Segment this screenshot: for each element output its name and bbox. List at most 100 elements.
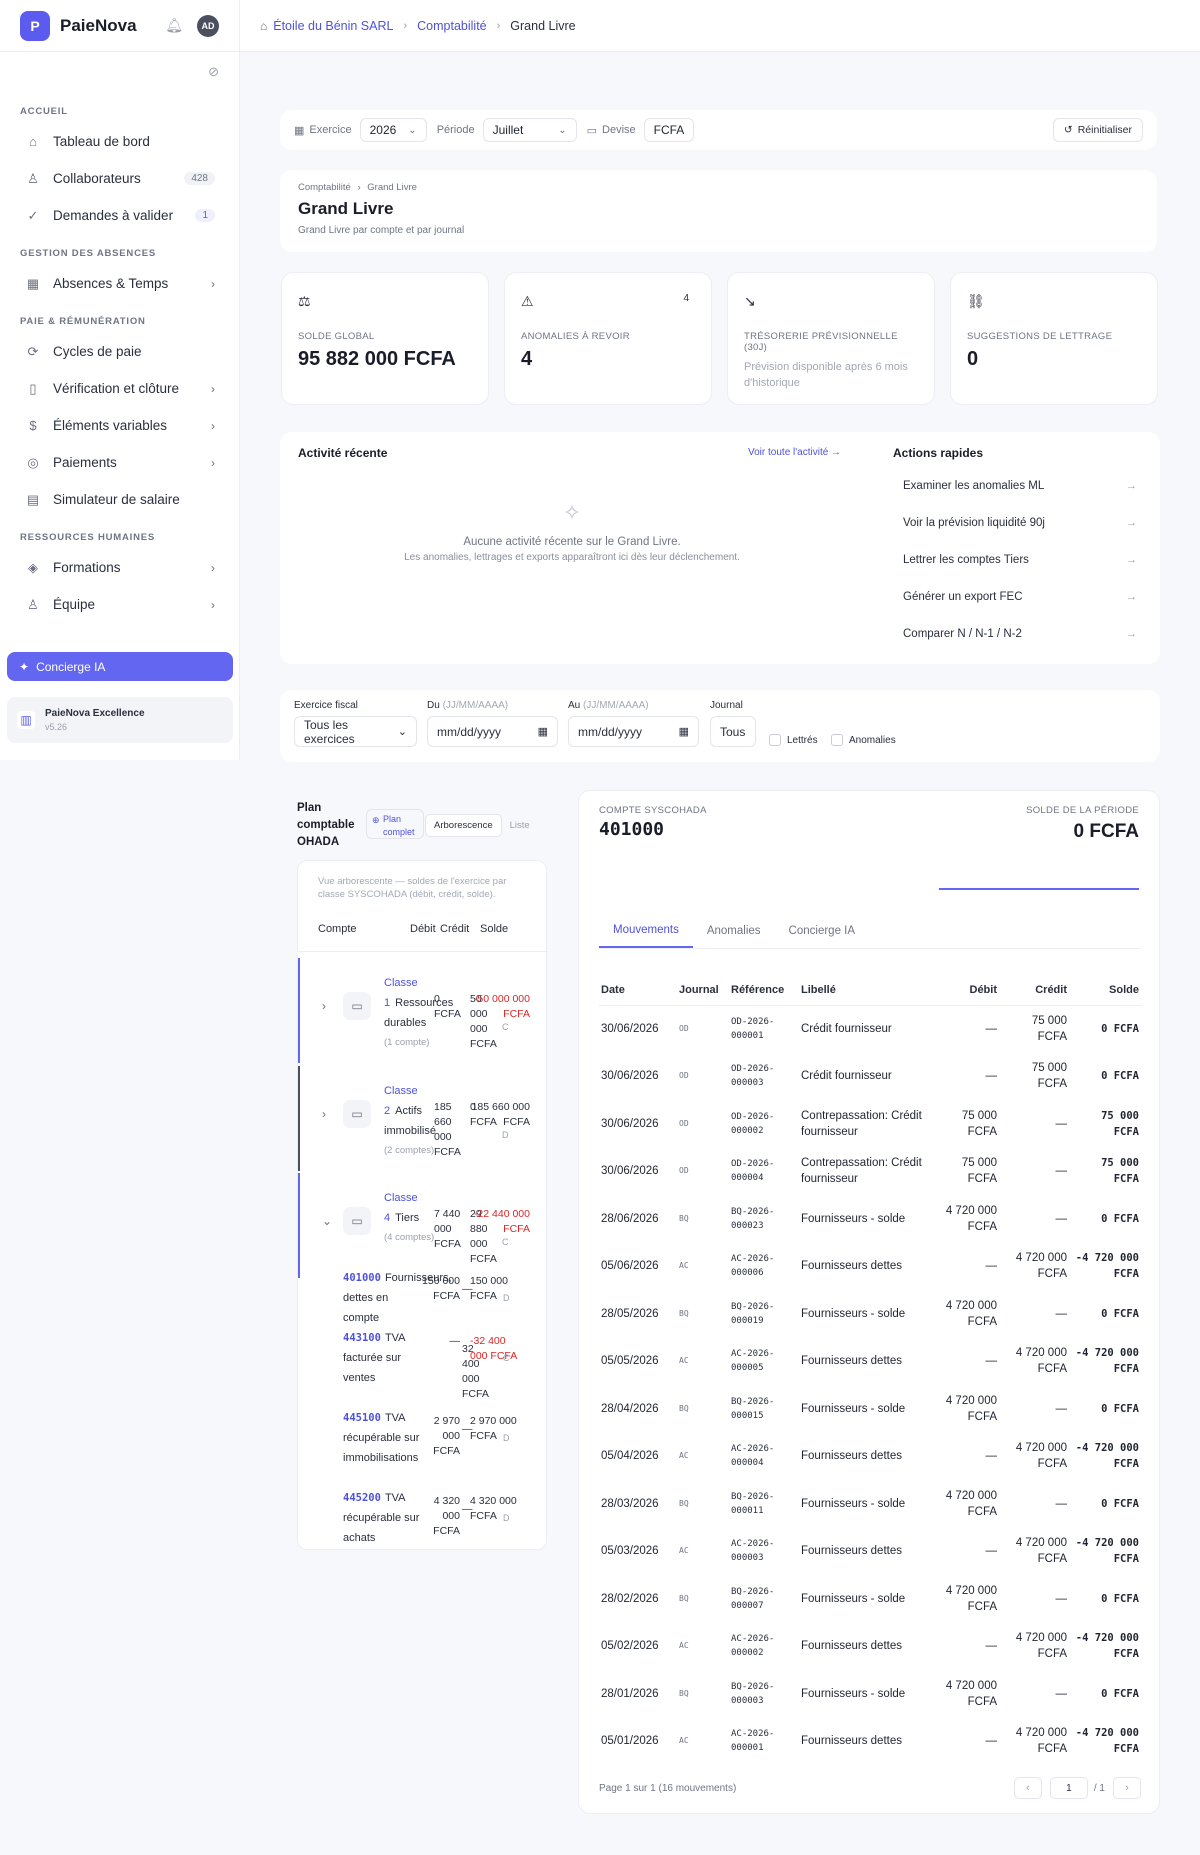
view-list-button[interactable]: Liste — [502, 815, 538, 836]
next-page-button[interactable]: › — [1113, 1777, 1141, 1799]
arrow-right-icon: → — [1125, 479, 1138, 492]
activity-view-all-link[interactable]: Voir toute l'activité → — [748, 447, 841, 458]
fiscal-year-select[interactable]: Tous les exercices ⌄ — [294, 716, 417, 747]
row-journal: AC — [679, 1641, 689, 1651]
class-indicator — [298, 958, 300, 1063]
table-row[interactable]: 30/06/2026 OD OD-2026-000003 Crédit fournis… — [599, 1053, 1141, 1101]
view-tree-button[interactable]: Arborescence — [425, 813, 502, 837]
table-row[interactable]: 30/06/2026 OD OD-2026-000001 Crédit fournis… — [599, 1005, 1141, 1053]
table-row[interactable]: 28/02/2026 BQ BQ-2026-000007 Fournisseurs -… — [599, 1575, 1141, 1623]
tab-concierge-ia[interactable]: Concierge IA — [775, 913, 869, 948]
tree-class-row[interactable]: › ▭ Classe 2 Actifs immobilisé (2 comptes) 185… — [298, 1066, 548, 1171]
tab-mouvements[interactable]: Mouvements — [599, 913, 693, 948]
sidebar-item-equipe[interactable]: ♙ Équipe › — [0, 586, 239, 623]
table-row[interactable]: 05/04/2026 AC AC-2026-000004 Fournisseurs d… — [599, 1433, 1141, 1481]
journal-select[interactable]: Tous — [710, 716, 756, 747]
anomalies-checkbox[interactable]: Anomalies — [831, 734, 896, 746]
table-row[interactable]: 28/06/2026 BQ BQ-2026-000023 Fournisseurs -… — [599, 1195, 1141, 1243]
calendar-icon[interactable]: ▦ — [679, 725, 689, 738]
date-from-label: Du (JJ/MM/AAAA) — [427, 700, 558, 711]
checkbox-box[interactable] — [769, 734, 781, 746]
row-libelle: Fournisseurs - solde — [801, 1592, 906, 1605]
sidebar-item-elements-variables[interactable]: $ Éléments variables › — [0, 407, 239, 444]
sidebar-item-label: Éléments variables — [53, 418, 168, 433]
chart-of-accounts-panel: Plan comptable OHADA ⊕ Plan complet Arbor… — [280, 780, 560, 1814]
reset-button[interactable]: ↺ Réinitialiser — [1052, 118, 1143, 142]
table-row[interactable]: 05/01/2026 AC AC-2026-000001 Fournisseurs d… — [599, 1718, 1141, 1766]
account-solde: 4 320 000 FCFA — [470, 1495, 517, 1522]
bell-icon[interactable]: 🔔︎ — [165, 17, 183, 34]
breadcrumb-company[interactable]: Étoile du Bénin SARL — [273, 19, 393, 33]
table-row[interactable]: 05/06/2026 AC AC-2026-000006 Fournisseurs d… — [599, 1243, 1141, 1291]
inner-crumb-comptabilite[interactable]: Comptabilité — [298, 182, 351, 193]
page-input[interactable]: 1 — [1049, 1777, 1088, 1799]
table-row[interactable]: 28/03/2026 BQ BQ-2026-000011 Fournisseurs -… — [599, 1480, 1141, 1528]
row-libelle: Fournisseurs - solde — [801, 1497, 906, 1510]
date-hint: (JJ/MM/AAAA) — [442, 700, 509, 711]
sidebar-item-paiements[interactable]: ◎ Paiements › — [0, 444, 239, 481]
sidebar-item-cycles-de-paie[interactable]: ⟳ Cycles de paie — [0, 333, 239, 370]
exercice-select[interactable]: 2026 ⌄ — [359, 118, 427, 142]
table-row[interactable]: 05/03/2026 AC AC-2026-000003 Fournisseurs d… — [599, 1528, 1141, 1576]
chevron-right-icon[interactable]: › — [322, 999, 326, 1013]
sidebar-item-verification-et-cloture[interactable]: ▯ Vérification et clôture › — [0, 370, 239, 407]
tree-account-row[interactable]: 443100 TVA facturée sur ventes —32 400 000… — [298, 1328, 548, 1408]
quick-action-voir-la-prevision-liquidite-90j[interactable]: Voir la prévision liquidité 90j → — [893, 504, 1143, 541]
tree-hint: Vue arborescente — soldes de l'exercice … — [318, 876, 507, 900]
prev-page-button[interactable]: ‹ — [1013, 1777, 1042, 1799]
sidebar-item-simulateur-de-salaire[interactable]: ▤ Simulateur de salaire — [0, 481, 239, 518]
quick-action-lettrer-les-comptes-tiers[interactable]: Lettrer les comptes Tiers → — [893, 541, 1143, 578]
row-credit: — — [1055, 1212, 1068, 1225]
table-row[interactable]: 28/04/2026 BQ BQ-2026-000015 Fournisseurs -… — [599, 1385, 1141, 1433]
lettres-checkbox[interactable]: Lettrés — [769, 734, 818, 746]
table-row[interactable]: 30/06/2026 OD OD-2026-000004 Contrepassatio… — [599, 1148, 1141, 1196]
concierge-ia-button[interactable]: ✦ Concierge IA — [7, 652, 233, 681]
table-row[interactable]: 05/02/2026 AC AC-2026-000002 Fournisseurs d… — [599, 1623, 1141, 1671]
date-to-input[interactable]: mm/dd/yyyy ▦ — [568, 716, 699, 747]
table-row[interactable]: 28/01/2026 BQ BQ-2026-000003 Fournisseurs -… — [599, 1670, 1141, 1718]
row-date: 05/04/2026 — [601, 1450, 659, 1463]
quick-action-examiner-les-anomalies-ml[interactable]: Examiner les anomalies ML → — [893, 467, 1143, 504]
chevron-down-icon[interactable]: ⌄ — [322, 1214, 332, 1228]
unpin-icon[interactable]: ⊘ — [208, 64, 219, 80]
calendar-icon[interactable]: ▦ — [538, 725, 548, 738]
table-row[interactable]: 28/05/2026 BQ BQ-2026-000019 Fournisseurs -… — [599, 1290, 1141, 1338]
tab-anomalies[interactable]: Anomalies — [693, 913, 775, 948]
sidebar-item-demandes-a-valider[interactable]: ✓ Demandes à valider 1 — [0, 197, 239, 234]
sidebar-item-label: Paiements — [53, 455, 117, 470]
table-row[interactable]: 30/06/2026 OD OD-2026-000002 Contrepassatio… — [599, 1100, 1141, 1148]
date-from-input[interactable]: mm/dd/yyyy ▦ — [427, 716, 558, 747]
sidebar-item-formations[interactable]: ◈ Formations › — [0, 549, 239, 586]
paienova-logo-icon[interactable]: P — [20, 10, 50, 41]
avatar[interactable]: AD — [197, 14, 219, 37]
periode-value: Juillet — [492, 123, 524, 137]
quick-action-generer-un-export-fec[interactable]: Générer un export FEC → — [893, 578, 1143, 615]
chevron-right-icon: › — [496, 19, 501, 32]
checkbox-box[interactable] — [831, 734, 843, 746]
breadcrumb-current: Grand Livre — [510, 18, 576, 33]
table-row[interactable]: 05/05/2026 AC AC-2026-000005 Fournisseurs d… — [599, 1338, 1141, 1386]
sidebar-item-tableau-de-bord[interactable]: ⌂ Tableau de bord — [0, 123, 239, 160]
breadcrumb-comptabilite[interactable]: Comptabilité — [417, 19, 486, 33]
quick-action-comparer-n-n-1-n-2[interactable]: Comparer N / N-1 / N-2 → — [893, 615, 1143, 652]
tree-account-row[interactable]: 445100 TVA récupérable sur immobilisation… — [298, 1408, 548, 1488]
plan-complet-badge[interactable]: ⊕ Plan complet — [366, 809, 424, 839]
col-header-libelle: Libellé — [801, 983, 836, 996]
page-total: / 1 — [1093, 1782, 1105, 1794]
row-solde: 0 FCFA — [1101, 1592, 1139, 1605]
reset-label: Réinitialiser — [1077, 124, 1132, 136]
chevron-right-icon[interactable]: › — [322, 1107, 326, 1121]
tree-class-row[interactable]: ⌄ ▭ Classe 4 Tiers (4 comptes) 7 440 000 FCFA 2… — [298, 1173, 548, 1278]
row-debit: 4 720 000 FCFA — [945, 1299, 997, 1328]
tree-class-row[interactable]: › ▭ Classe 1 Ressources durables (1 compte) 0 … — [298, 958, 548, 1063]
sidebar-item-collaborateurs[interactable]: ♙ Collaborateurs 428 — [0, 160, 239, 197]
periode-select[interactable]: Juillet ⌄ — [482, 118, 577, 142]
home-icon[interactable]: ⌂ — [260, 19, 267, 33]
tree-account-row[interactable]: 445200 TVA récupérable sur achats 4 320 00… — [298, 1488, 548, 1568]
devise-select[interactable]: FCFA — [643, 118, 695, 142]
version-card[interactable]: ▥ PaieNova Excellence v5.26 — [7, 697, 233, 743]
sidebar-item-absences-temps[interactable]: ▦ Absences & Temps › — [0, 265, 239, 302]
kpi-label: SOLDE GLOBAL — [298, 331, 375, 342]
kpi-note: Prévision disponible après 6 mois d'hist… — [744, 361, 908, 389]
sidebar-nav: ACCUEIL ⌂ Tableau de bord ♙ Collaborateurs 42… — [0, 92, 239, 623]
